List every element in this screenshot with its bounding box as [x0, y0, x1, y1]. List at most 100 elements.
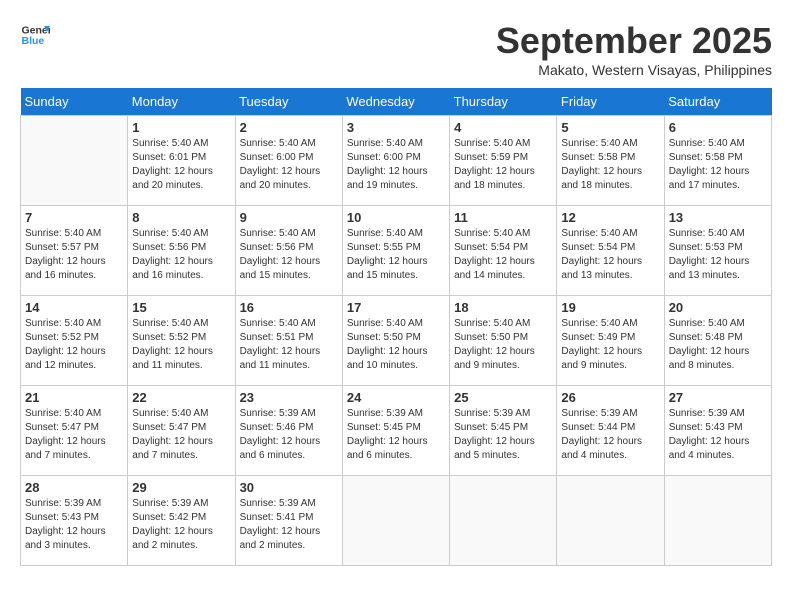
day-number: 24: [347, 390, 445, 405]
day-number: 16: [240, 300, 338, 315]
week-row-2: 7Sunrise: 5:40 AM Sunset: 5:57 PM Daylig…: [21, 206, 772, 296]
calendar-cell: 9 Sunrise: 5:40 AM Sunset: 5:56 PM Daylig…: [235, 206, 342, 296]
calendar-cell: [450, 476, 557, 566]
day-info: Sunrise: 5:40 AM Sunset: 5:51 PM Dayligh…: [240, 317, 338, 373]
day-number: 19: [561, 300, 659, 315]
calendar-cell: 1 Sunrise: 5:40 AM Sunset: 6:01 PM Daylig…: [128, 116, 235, 206]
calendar-cell: 25 Sunrise: 5:39 AM Sunset: 5:45 PM Dayli…: [450, 386, 557, 476]
calendar-cell: 4 Sunrise: 5:40 AM Sunset: 5:59 PM Daylig…: [450, 116, 557, 206]
day-info: Sunrise: 5:40 AM Sunset: 5:56 PM Dayligh…: [132, 227, 230, 283]
weekday-tuesday: Tuesday: [235, 88, 342, 116]
calendar-cell: 21Sunrise: 5:40 AM Sunset: 5:47 PM Dayli…: [21, 386, 128, 476]
day-number: 11: [454, 210, 552, 225]
calendar-cell: 30Sunrise: 5:39 AM Sunset: 5:41 PM Dayli…: [235, 476, 342, 566]
calendar-cell: 23 Sunrise: 5:39 AM Sunset: 5:46 PM Dayli…: [235, 386, 342, 476]
day-info: Sunrise: 5:40 AM Sunset: 5:48 PM Dayligh…: [669, 317, 767, 373]
day-info: Sunrise: 5:40 AM Sunset: 5:49 PM Dayligh…: [561, 317, 659, 373]
day-number: 12: [561, 210, 659, 225]
calendar-cell: 10 Sunrise: 5:40 AM Sunset: 5:55 PM Dayli…: [342, 206, 449, 296]
calendar-cell: [557, 476, 664, 566]
calendar-cell: 11 Sunrise: 5:40 AM Sunset: 5:54 PM Dayli…: [450, 206, 557, 296]
calendar-cell: [342, 476, 449, 566]
day-number: 22: [132, 390, 230, 405]
day-number: 28: [25, 480, 123, 495]
day-info: Sunrise: 5:40 AM Sunset: 5:56 PM Dayligh…: [240, 227, 338, 283]
day-number: 5: [561, 120, 659, 135]
calendar-cell: 5Sunrise: 5:40 AM Sunset: 5:58 PM Daylig…: [557, 116, 664, 206]
calendar-cell: 26 Sunrise: 5:39 AM Sunset: 5:44 PM Dayli…: [557, 386, 664, 476]
calendar-body: 1 Sunrise: 5:40 AM Sunset: 6:01 PM Daylig…: [21, 116, 772, 566]
day-info: Sunrise: 5:39 AM Sunset: 5:41 PM Dayligh…: [240, 497, 338, 553]
title-block: September 2025 Makato, Western Visayas, …: [496, 20, 772, 78]
day-info: Sunrise: 5:40 AM Sunset: 5:50 PM Dayligh…: [454, 317, 552, 373]
day-info: Sunrise: 5:40 AM Sunset: 5:50 PM Dayligh…: [347, 317, 445, 373]
calendar-cell: 24 Sunrise: 5:39 AM Sunset: 5:45 PM Dayli…: [342, 386, 449, 476]
day-info: Sunrise: 5:39 AM Sunset: 5:45 PM Dayligh…: [454, 407, 552, 463]
weekday-thursday: Thursday: [450, 88, 557, 116]
calendar-cell: [664, 476, 771, 566]
day-number: 4: [454, 120, 552, 135]
day-info: Sunrise: 5:39 AM Sunset: 5:42 PM Dayligh…: [132, 497, 230, 553]
svg-text:Blue: Blue: [22, 35, 45, 47]
day-number: 25: [454, 390, 552, 405]
day-number: 13: [669, 210, 767, 225]
calendar-cell: 6Sunrise: 5:40 AM Sunset: 5:58 PM Daylig…: [664, 116, 771, 206]
day-info: Sunrise: 5:40 AM Sunset: 5:47 PM Dayligh…: [132, 407, 230, 463]
day-number: 21: [25, 390, 123, 405]
day-info: Sunrise: 5:40 AM Sunset: 5:53 PM Dayligh…: [669, 227, 767, 283]
day-number: 2: [240, 120, 338, 135]
weekday-sunday: Sunday: [21, 88, 128, 116]
calendar-cell: [21, 116, 128, 206]
logo-icon: General Blue: [20, 20, 50, 50]
day-info: Sunrise: 5:40 AM Sunset: 5:55 PM Dayligh…: [347, 227, 445, 283]
calendar-cell: 28 Sunrise: 5:39 AM Sunset: 5:43 PM Dayli…: [21, 476, 128, 566]
day-number: 23: [240, 390, 338, 405]
weekday-saturday: Saturday: [664, 88, 771, 116]
day-number: 14: [25, 300, 123, 315]
page-header: General Blue September 2025 Makato, West…: [20, 20, 772, 78]
day-number: 1: [132, 120, 230, 135]
day-info: Sunrise: 5:39 AM Sunset: 5:44 PM Dayligh…: [561, 407, 659, 463]
calendar-table: SundayMondayTuesdayWednesdayThursdayFrid…: [20, 88, 772, 566]
calendar-cell: 16 Sunrise: 5:40 AM Sunset: 5:51 PM Dayli…: [235, 296, 342, 386]
weekday-monday: Monday: [128, 88, 235, 116]
logo: General Blue: [20, 20, 52, 50]
day-number: 8: [132, 210, 230, 225]
day-number: 17: [347, 300, 445, 315]
day-number: 9: [240, 210, 338, 225]
calendar-cell: 3Sunrise: 5:40 AM Sunset: 6:00 PM Daylig…: [342, 116, 449, 206]
day-info: Sunrise: 5:40 AM Sunset: 5:54 PM Dayligh…: [561, 227, 659, 283]
calendar-cell: 22 Sunrise: 5:40 AM Sunset: 5:47 PM Dayli…: [128, 386, 235, 476]
location: Makato, Western Visayas, Philippines: [496, 62, 772, 78]
calendar-cell: 13 Sunrise: 5:40 AM Sunset: 5:53 PM Dayli…: [664, 206, 771, 296]
week-row-1: 1 Sunrise: 5:40 AM Sunset: 6:01 PM Daylig…: [21, 116, 772, 206]
day-info: Sunrise: 5:39 AM Sunset: 5:43 PM Dayligh…: [25, 497, 123, 553]
calendar-header: SundayMondayTuesdayWednesdayThursdayFrid…: [21, 88, 772, 116]
calendar-cell: 14Sunrise: 5:40 AM Sunset: 5:52 PM Dayli…: [21, 296, 128, 386]
day-info: Sunrise: 5:39 AM Sunset: 5:43 PM Dayligh…: [669, 407, 767, 463]
calendar-cell: 15Sunrise: 5:40 AM Sunset: 5:52 PM Dayli…: [128, 296, 235, 386]
day-info: Sunrise: 5:40 AM Sunset: 5:54 PM Dayligh…: [454, 227, 552, 283]
day-info: Sunrise: 5:40 AM Sunset: 6:00 PM Dayligh…: [240, 137, 338, 193]
day-info: Sunrise: 5:40 AM Sunset: 5:57 PM Dayligh…: [25, 227, 123, 283]
day-number: 10: [347, 210, 445, 225]
calendar-cell: 29 Sunrise: 5:39 AM Sunset: 5:42 PM Dayli…: [128, 476, 235, 566]
day-info: Sunrise: 5:40 AM Sunset: 5:59 PM Dayligh…: [454, 137, 552, 193]
calendar-cell: 27Sunrise: 5:39 AM Sunset: 5:43 PM Dayli…: [664, 386, 771, 476]
day-number: 20: [669, 300, 767, 315]
day-info: Sunrise: 5:39 AM Sunset: 5:46 PM Dayligh…: [240, 407, 338, 463]
week-row-5: 28 Sunrise: 5:39 AM Sunset: 5:43 PM Dayli…: [21, 476, 772, 566]
day-number: 29: [132, 480, 230, 495]
day-number: 26: [561, 390, 659, 405]
calendar-cell: 20 Sunrise: 5:40 AM Sunset: 5:48 PM Dayli…: [664, 296, 771, 386]
day-info: Sunrise: 5:40 AM Sunset: 5:58 PM Dayligh…: [669, 137, 767, 193]
week-row-3: 14Sunrise: 5:40 AM Sunset: 5:52 PM Dayli…: [21, 296, 772, 386]
day-number: 18: [454, 300, 552, 315]
day-info: Sunrise: 5:40 AM Sunset: 6:01 PM Dayligh…: [132, 137, 230, 193]
week-row-4: 21 Sunrise: 5:40 AM Sunset: 5:47 PM Dayli…: [21, 386, 772, 476]
weekday-wednesday: Wednesday: [342, 88, 449, 116]
day-info: Sunrise: 5:39 AM Sunset: 5:45 PM Dayligh…: [347, 407, 445, 463]
day-number: 3: [347, 120, 445, 135]
weekday-header-row: SundayMondayTuesdayWednesdayThursdayFrid…: [21, 88, 772, 116]
calendar-cell: 7Sunrise: 5:40 AM Sunset: 5:57 PM Daylig…: [21, 206, 128, 296]
